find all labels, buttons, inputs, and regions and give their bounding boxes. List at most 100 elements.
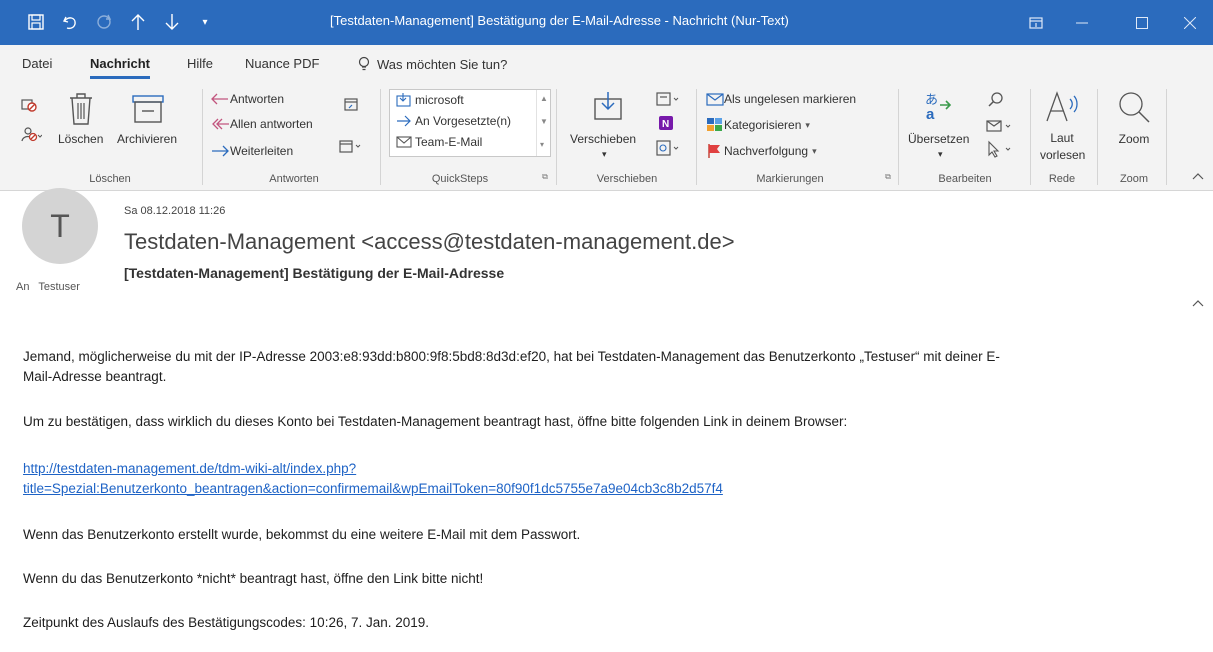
up-arrow-icon[interactable]: [125, 7, 151, 37]
avatar[interactable]: T: [22, 188, 98, 264]
body-paragraph: Zeitpunkt des Auslaufs des Bestätigungsc…: [23, 615, 430, 630]
categorize-button[interactable]: Kategorisieren ▾: [706, 117, 810, 133]
read-aloud-button[interactable]: Laut: [1042, 131, 1082, 145]
followup-label: Nachverfolgung: [724, 144, 809, 158]
mail-icon: [396, 136, 412, 148]
ignore-icon[interactable]: [18, 93, 40, 115]
translate-button[interactable]: Übersetzen: [908, 132, 969, 146]
quickstep-team-email[interactable]: Team-E-Mail: [396, 135, 482, 149]
delete-icon[interactable]: [64, 89, 98, 129]
menu-bar: Datei Nachricht Hilfe Nuance PDF Was möc…: [0, 45, 1213, 83]
cleanup-icon[interactable]: [18, 123, 44, 145]
group-divider: [1097, 89, 1098, 185]
collapse-ribbon-icon[interactable]: [1192, 169, 1204, 183]
svg-text:N: N: [662, 119, 669, 130]
ribbon: Löschen Archivieren Löschen Antworten Al…: [0, 83, 1213, 191]
forward-button[interactable]: Weiterleiten: [210, 144, 293, 158]
group-divider: [898, 89, 899, 185]
tab-datei[interactable]: Datei: [22, 56, 52, 71]
actions-icon[interactable]: [654, 137, 684, 159]
zoom-icon[interactable]: [1114, 87, 1154, 127]
undo-icon[interactable]: [56, 7, 84, 37]
quicksteps-group-label: QuickSteps: [431, 173, 489, 185]
collapse-header-icon[interactable]: [1192, 296, 1204, 310]
quickstep-label: Team-E-Mail: [415, 135, 483, 149]
sender[interactable]: Testdaten-Management <access@testdaten-m…: [124, 229, 735, 255]
expand-gallery-icon[interactable]: ▾: [540, 140, 544, 149]
respond-group-label: Antworten: [269, 173, 319, 185]
close-icon[interactable]: [1167, 0, 1213, 45]
reply-all-label: Allen antworten: [230, 117, 313, 131]
chevron-down-icon[interactable]: ▾: [602, 149, 607, 160]
chevron-down-icon: ▾: [812, 145, 817, 156]
read-aloud-icon[interactable]: [1040, 87, 1086, 127]
reply-button[interactable]: Antworten: [210, 92, 284, 106]
save-icon[interactable]: [22, 7, 50, 37]
reply-icon: [211, 93, 228, 105]
select-cursor-icon[interactable]: [983, 138, 1017, 160]
body-paragraph: Wenn das Benutzerkonto erstellt wurde, b…: [23, 527, 581, 542]
forward-icon: [212, 145, 229, 157]
quicksteps-scrollbar[interactable]: ▲ ▼ ▾: [536, 90, 550, 156]
search-icon[interactable]: [985, 89, 1007, 111]
forward-label: Weiterleiten: [230, 144, 294, 158]
tell-me-search[interactable]: Was möchten Sie tun?: [357, 56, 507, 72]
quickstep-manager[interactable]: An Vorgesetzte(n): [396, 114, 511, 128]
tab-nuance-pdf[interactable]: Nuance PDF: [245, 56, 319, 71]
confirmation-link[interactable]: http://testdaten-management.de/tdm-wiki-…: [23, 459, 1203, 499]
tags-group-label: Markierungen: [756, 173, 824, 185]
move-folder-icon: [396, 93, 411, 107]
followup-button[interactable]: Nachverfolgung ▾: [706, 143, 817, 159]
ribbon-display-icon[interactable]: [1013, 0, 1059, 45]
message-subject: [Testdaten-Management] Bestätigung der E…: [124, 265, 505, 281]
archive-button[interactable]: Archivieren: [117, 132, 177, 146]
lightbulb-icon: [358, 56, 370, 71]
move-button[interactable]: Verschieben: [570, 132, 636, 146]
scroll-down-icon[interactable]: ▼: [540, 117, 548, 126]
move-icon[interactable]: [590, 88, 628, 126]
maximize-icon[interactable]: [1119, 0, 1165, 45]
quickstep-microsoft[interactable]: microsoft: [396, 93, 464, 107]
mark-unread-label: Als ungelesen markieren: [724, 92, 857, 106]
group-divider: [696, 89, 697, 185]
recipient[interactable]: Testuser: [38, 281, 80, 293]
more-respond-icon[interactable]: [336, 135, 366, 157]
dialog-launcher-icon[interactable]: ⧉: [882, 171, 894, 183]
delete-group-label: Löschen: [89, 173, 131, 185]
related-mail-icon[interactable]: [983, 115, 1017, 137]
onenote-icon[interactable]: N: [656, 113, 676, 133]
minimize-icon[interactable]: [1059, 0, 1105, 45]
body-line: Mail-Adresse beantragt.: [23, 369, 167, 384]
rules-icon[interactable]: [654, 88, 684, 110]
recipient-row: An Testuser: [16, 281, 80, 293]
link-line[interactable]: http://testdaten-management.de/tdm-wiki-…: [23, 459, 1203, 479]
tab-hilfe[interactable]: Hilfe: [187, 56, 213, 71]
tab-nachricht[interactable]: Nachricht: [90, 56, 150, 79]
move-group-label: Verschieben: [596, 173, 658, 185]
dialog-launcher-icon[interactable]: ⧉: [539, 171, 551, 183]
meeting-reply-icon[interactable]: [340, 93, 362, 115]
group-divider: [380, 89, 381, 185]
svg-text:a: a: [926, 106, 935, 121]
customize-quick-access-icon[interactable]: ▾: [196, 7, 214, 37]
reply-all-button[interactable]: Allen antworten: [210, 117, 313, 131]
archive-icon[interactable]: [130, 91, 166, 127]
to-label: An: [16, 281, 30, 293]
flag-icon: [708, 144, 720, 158]
reply-all-icon: [212, 118, 229, 130]
reply-label: Antworten: [230, 92, 285, 106]
delete-button[interactable]: Löschen: [58, 132, 103, 146]
zoom-button[interactable]: Zoom: [1114, 132, 1154, 146]
link-line[interactable]: title=Spezial:Benutzerkonto_beantragen&a…: [23, 479, 1203, 499]
chevron-down-icon[interactable]: ▾: [938, 149, 943, 160]
translate-icon[interactable]: あa: [920, 88, 956, 124]
mark-unread-button[interactable]: Als ungelesen markieren: [706, 92, 856, 106]
edit-group-label: Bearbeiten: [938, 173, 992, 185]
body-paragraph: Wenn du das Benutzerkonto *nicht* beantr…: [23, 571, 484, 586]
read-aloud-button-line2[interactable]: vorlesen: [1040, 148, 1085, 162]
scroll-up-icon[interactable]: ▲: [540, 94, 548, 103]
down-arrow-icon[interactable]: [159, 7, 185, 37]
group-divider: [1166, 89, 1167, 185]
quickstep-label: An Vorgesetzte(n): [415, 114, 512, 128]
redo-icon[interactable]: [90, 7, 118, 37]
